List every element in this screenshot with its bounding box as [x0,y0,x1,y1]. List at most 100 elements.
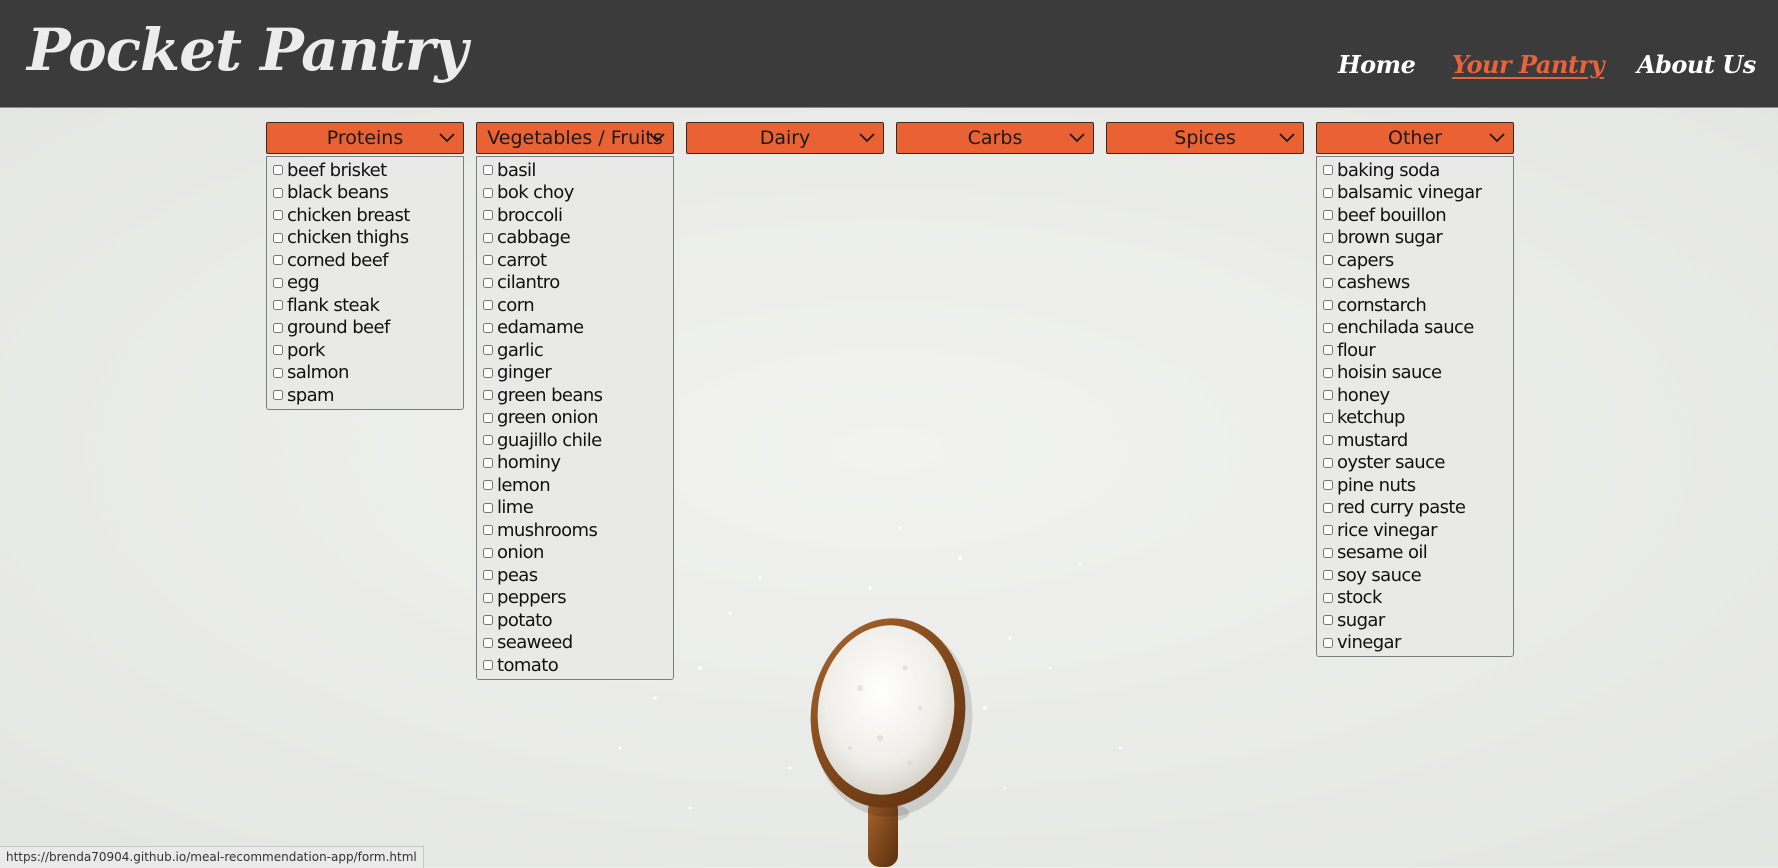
ingredient-checkbox[interactable] [483,187,493,198]
ingredient-item[interactable]: salmon [272,362,463,385]
nav-home-link[interactable]: Home [1338,50,1416,79]
ingredient-checkbox[interactable] [273,300,283,311]
ingredient-item[interactable]: black beans [272,182,463,205]
ingredient-checkbox[interactable] [1323,480,1333,491]
ingredient-item[interactable]: chicken breast [272,204,463,227]
ingredient-checkbox[interactable] [483,502,493,513]
ingredient-item[interactable]: flour [1322,339,1513,362]
ingredient-checkbox[interactable] [1323,210,1333,221]
ingredient-checkbox[interactable] [483,525,493,536]
ingredient-item[interactable]: beef brisket [272,159,463,182]
ingredient-item[interactable]: bok choy [482,182,673,205]
ingredient-checkbox[interactable] [1323,187,1333,198]
ingredient-item[interactable]: peppers [482,587,673,610]
ingredient-item[interactable]: stock [1322,587,1513,610]
ingredient-item[interactable]: soy sauce [1322,564,1513,587]
ingredient-item[interactable]: ginger [482,362,673,385]
ingredient-item[interactable]: capers [1322,249,1513,272]
ingredient-item[interactable]: chicken thighs [272,227,463,250]
ingredient-item[interactable]: corned beef [272,249,463,272]
ingredient-item[interactable]: sugar [1322,609,1513,632]
ingredient-checkbox[interactable] [483,480,493,491]
ingredient-item[interactable]: pork [272,339,463,362]
ingredient-item[interactable]: basil [482,159,673,182]
ingredient-item[interactable]: beef bouillon [1322,204,1513,227]
ingredient-checkbox[interactable] [1323,637,1333,648]
ingredient-checkbox[interactable] [483,435,493,446]
ingredient-item[interactable]: cornstarch [1322,294,1513,317]
ingredient-item[interactable]: pine nuts [1322,474,1513,497]
ingredient-item[interactable]: balsamic vinegar [1322,182,1513,205]
ingredient-checkbox[interactable] [483,232,493,243]
category-dropdown-vegetables-fruits[interactable]: Vegetables / Fruits [476,122,674,154]
ingredient-item[interactable]: egg [272,272,463,295]
ingredient-item[interactable]: honey [1322,384,1513,407]
ingredient-checkbox[interactable] [1323,457,1333,468]
category-dropdown-other[interactable]: Other [1316,122,1514,154]
ingredient-checkbox[interactable] [273,345,283,356]
ingredient-item[interactable]: peas [482,564,673,587]
ingredient-item[interactable]: cilantro [482,272,673,295]
ingredient-item[interactable]: mustard [1322,429,1513,452]
category-dropdown-dairy[interactable]: Dairy [686,122,884,154]
category-dropdown-proteins[interactable]: Proteins [266,122,464,154]
category-dropdown-carbs[interactable]: Carbs [896,122,1094,154]
ingredient-checkbox[interactable] [273,255,283,266]
ingredient-checkbox[interactable] [483,615,493,626]
ingredient-checkbox[interactable] [273,165,283,176]
ingredient-checkbox[interactable] [483,547,493,558]
ingredient-item[interactable]: cabbage [482,227,673,250]
ingredient-checkbox[interactable] [1323,255,1333,266]
ingredient-item[interactable]: potato [482,609,673,632]
ingredient-item[interactable]: garlic [482,339,673,362]
ingredient-checkbox[interactable] [1323,367,1333,378]
ingredient-item[interactable]: hominy [482,452,673,475]
ingredient-checkbox[interactable] [1323,232,1333,243]
category-dropdown-spices[interactable]: Spices [1106,122,1304,154]
ingredient-checkbox[interactable] [273,187,283,198]
ingredient-item[interactable]: flank steak [272,294,463,317]
ingredient-checkbox[interactable] [273,277,283,288]
ingredient-checkbox[interactable] [1323,615,1333,626]
ingredient-item[interactable]: rice vinegar [1322,519,1513,542]
ingredient-checkbox[interactable] [1323,435,1333,446]
ingredient-checkbox[interactable] [483,390,493,401]
ingredient-item[interactable]: ground beef [272,317,463,340]
ingredient-checkbox[interactable] [1323,592,1333,603]
ingredient-checkbox[interactable] [483,570,493,581]
ingredient-checkbox[interactable] [273,232,283,243]
ingredient-checkbox[interactable] [1323,570,1333,581]
ingredient-checkbox[interactable] [273,367,283,378]
ingredient-item[interactable]: seaweed [482,632,673,655]
ingredient-item[interactable]: lemon [482,474,673,497]
ingredient-checkbox[interactable] [483,367,493,378]
ingredient-item[interactable]: red curry paste [1322,497,1513,520]
ingredient-item[interactable]: hoisin sauce [1322,362,1513,385]
ingredient-checkbox[interactable] [1323,300,1333,311]
ingredient-item[interactable]: tomato [482,654,673,677]
ingredient-item[interactable]: onion [482,542,673,565]
ingredient-item[interactable]: broccoli [482,204,673,227]
ingredient-checkbox[interactable] [1323,277,1333,288]
ingredient-checkbox[interactable] [1323,412,1333,423]
ingredient-item[interactable]: sesame oil [1322,542,1513,565]
ingredient-item[interactable]: baking soda [1322,159,1513,182]
ingredient-item[interactable]: green onion [482,407,673,430]
ingredient-checkbox[interactable] [273,322,283,333]
ingredient-item[interactable]: cashews [1322,272,1513,295]
ingredient-item[interactable]: brown sugar [1322,227,1513,250]
ingredient-checkbox[interactable] [1323,345,1333,356]
ingredient-checkbox[interactable] [1323,322,1333,333]
ingredient-item[interactable]: mushrooms [482,519,673,542]
ingredient-item[interactable]: carrot [482,249,673,272]
ingredient-checkbox[interactable] [483,210,493,221]
ingredient-item[interactable]: spam [272,384,463,407]
ingredient-checkbox[interactable] [483,165,493,176]
nav-about-us-link[interactable]: About Us [1637,50,1756,79]
ingredient-checkbox[interactable] [483,322,493,333]
ingredient-checkbox[interactable] [483,412,493,423]
ingredient-checkbox[interactable] [483,592,493,603]
site-logo[interactable]: Pocket Pantry [27,16,468,84]
ingredient-item[interactable]: ketchup [1322,407,1513,430]
nav-your-pantry-link[interactable]: Your Pantry [1452,50,1605,79]
